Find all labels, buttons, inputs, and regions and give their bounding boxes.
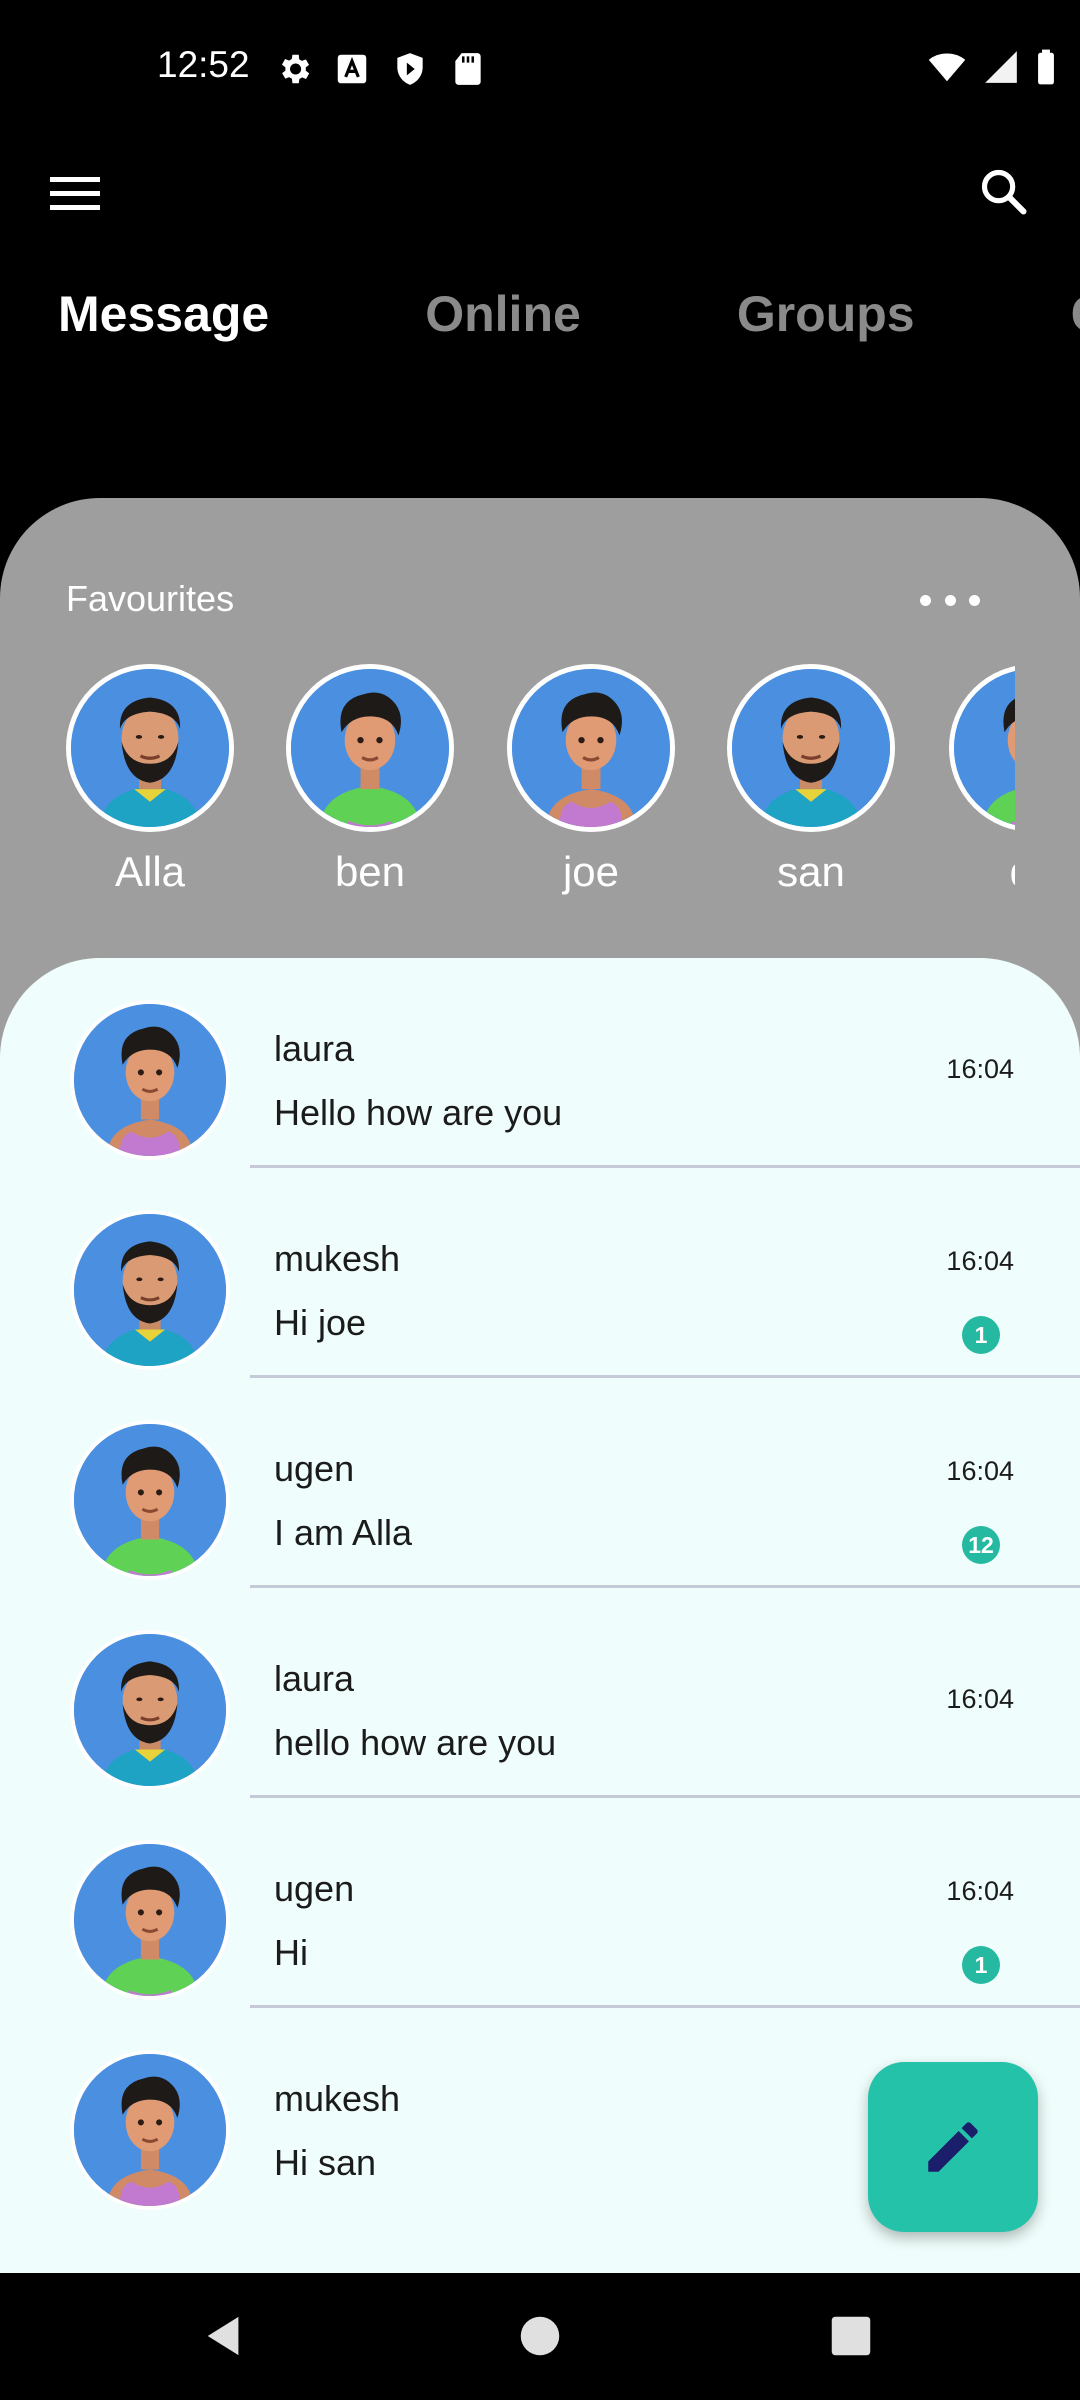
nav-recents-button[interactable]: [818, 2303, 884, 2369]
chat-row[interactable]: mukesh Hi joe 16:04 1: [0, 1168, 1080, 1378]
status-notification-icons: [275, 50, 487, 88]
status-time: 12:52: [157, 44, 250, 85]
search-button[interactable]: [972, 160, 1036, 224]
favourite-name: san: [777, 848, 845, 895]
chat-message: I am Alla: [274, 1512, 413, 1553]
wifi-icon: [928, 53, 966, 82]
favourites-list: Alla ben joe san du: [66, 664, 1015, 904]
tab-groups[interactable]: Groups: [737, 285, 915, 343]
chat-time: 16:04: [946, 1876, 1014, 1906]
chat-row[interactable]: ugen Hi 16:04 1: [0, 1798, 1080, 2008]
avatar: [70, 1000, 230, 1160]
favourite-item[interactable]: san: [727, 664, 895, 896]
sd-card-icon: [455, 53, 481, 85]
edit-pencil-icon: [928, 2122, 978, 2172]
recents-square-icon: [831, 2316, 871, 2356]
favourite-name: ben: [334, 848, 406, 895]
avatar: [286, 664, 454, 832]
avatar: [66, 664, 234, 832]
chat-message: Hi: [274, 1932, 308, 1973]
avatar: [70, 1420, 230, 1580]
chat-time: 16:04: [946, 1684, 1014, 1714]
compose-button[interactable]: [868, 2062, 1038, 2232]
hamburger-menu-icon: [50, 177, 100, 210]
font-icon: [337, 54, 367, 84]
chat-message: Hello how are you: [274, 1092, 563, 1133]
gear-icon: [281, 54, 310, 84]
more-options-icon[interactable]: [920, 588, 980, 612]
chat-row[interactable]: ugen I am Alla 16:04 12: [0, 1378, 1080, 1588]
chat-row[interactable]: laura hello how are you 16:04: [0, 1588, 1080, 1798]
nav-home-button[interactable]: [507, 2303, 573, 2369]
avatar: [70, 2050, 230, 2210]
tab-bar: Message Online Groups C: [58, 285, 1080, 343]
chat-message: hello how are you: [274, 1722, 557, 1763]
avatar: [70, 1210, 230, 1370]
tab-partial[interactable]: C: [1071, 285, 1080, 343]
status-system-icons: [926, 48, 1058, 86]
chat-time: 16:04: [946, 1246, 1014, 1276]
chat-name: mukesh: [274, 1238, 401, 1279]
avatar: [727, 664, 895, 832]
favourite-name: du: [949, 848, 1015, 896]
chat-message: Hi san: [274, 2142, 377, 2183]
chat-name: mukesh: [274, 2078, 401, 2119]
tab-message[interactable]: Message: [58, 285, 269, 343]
chat-name: ugen: [274, 1448, 355, 1489]
tab-online[interactable]: Online: [425, 285, 581, 343]
favourite-item[interactable]: Alla: [66, 664, 234, 896]
chat-time: 16:04: [946, 1054, 1014, 1084]
chat-message: Hi joe: [274, 1302, 367, 1343]
unread-badge: 1: [962, 1946, 1000, 1984]
unread-badge: 1: [962, 1316, 1000, 1354]
battery-icon: [1038, 49, 1054, 85]
chat-name: ugen: [274, 1868, 355, 1909]
unread-badge: 12: [962, 1526, 1000, 1564]
favourites-title: Favourites: [66, 578, 235, 619]
signal-icon: [985, 51, 1017, 83]
back-triangle-icon: [207, 2316, 239, 2356]
avatar: [507, 664, 675, 832]
avatar: [949, 664, 1015, 832]
chat-name: laura: [274, 1658, 355, 1699]
favourite-item[interactable]: du: [949, 664, 1015, 896]
system-nav-bar: [0, 2273, 1080, 2400]
chat-name: laura: [274, 1028, 355, 1069]
menu-button[interactable]: [44, 164, 108, 224]
home-circle-icon: [520, 2316, 560, 2356]
shield-icon: [397, 53, 423, 85]
status-bar: 12:52: [0, 0, 1080, 135]
search-icon: [981, 169, 1027, 215]
avatar: [70, 1840, 230, 2000]
favourite-item[interactable]: joe: [507, 664, 675, 896]
favourite-item[interactable]: ben: [286, 664, 454, 896]
chat-time: 16:04: [946, 1456, 1014, 1486]
chat-row[interactable]: laura Hello how are you 16:04: [0, 958, 1080, 1168]
avatar: [70, 1630, 230, 1790]
favourite-name: joe: [562, 848, 620, 895]
nav-back-button[interactable]: [192, 2303, 258, 2369]
favourite-name: Alla: [114, 848, 186, 895]
